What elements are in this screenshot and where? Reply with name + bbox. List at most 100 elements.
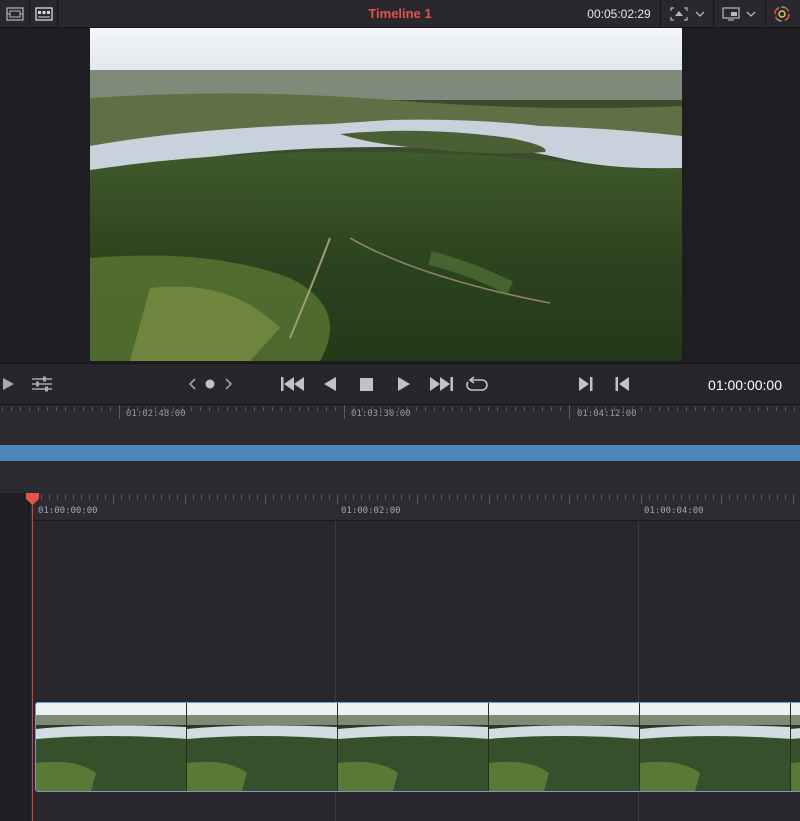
ruler-tick (681, 495, 682, 500)
marker-button[interactable] (203, 373, 217, 395)
display-mode-dropdown[interactable] (713, 0, 765, 28)
ruler-tick (740, 407, 741, 411)
ruler-tick (650, 407, 651, 411)
playhead-line[interactable] (32, 501, 33, 821)
ruler-tick (433, 495, 434, 500)
ruler-tick (769, 495, 770, 500)
top-timecode: 00:05:02:29 (587, 7, 651, 21)
video-preview[interactable] (90, 28, 682, 361)
ruler-tick (649, 495, 650, 500)
ruler-tick (569, 405, 570, 419)
stop-button[interactable] (356, 373, 376, 395)
color-scope-button[interactable] (765, 0, 800, 28)
ruler-tick (227, 407, 228, 411)
ruler-tick (257, 495, 258, 500)
ruler-tick (785, 495, 786, 500)
ruler-tick (668, 407, 669, 411)
transport-bar: 01:00:00:00 (0, 363, 800, 405)
sliders-icon (32, 376, 52, 392)
ruler-tick (321, 495, 322, 500)
ruler-tick (209, 407, 210, 411)
ruler-tick (92, 407, 93, 411)
ruler-tick (524, 407, 525, 411)
overview-clip-bar[interactable] (0, 445, 800, 461)
ruler-tick (497, 495, 498, 500)
ruler-tick (686, 407, 687, 411)
ruler-tick (73, 495, 74, 500)
ruler-tick (145, 495, 146, 500)
timeline-ruler[interactable]: 01:00:00:00 01:00:02:00 01:00:04:00 (30, 493, 800, 521)
clip-thumbnail (791, 703, 800, 791)
ruler-tick (281, 407, 282, 411)
overview-track-area (0, 461, 800, 493)
overview-ruler-label: 01:02:48:00 (126, 409, 186, 419)
ruler-tick (593, 495, 594, 500)
ruler-tick (625, 495, 626, 500)
chevron-down-icon (695, 11, 705, 17)
ruler-tick (101, 407, 102, 411)
ruler-tick (465, 495, 466, 500)
loop-button[interactable] (464, 373, 490, 395)
skip-to-start-button[interactable] (280, 373, 306, 395)
mark-in-button[interactable] (576, 373, 596, 395)
ruler-tick (443, 407, 444, 411)
ruler-tick (353, 495, 354, 500)
ruler-tick (533, 407, 534, 411)
play-reverse-button[interactable] (320, 373, 340, 395)
ruler-tick (515, 407, 516, 411)
play-button[interactable] (394, 373, 414, 395)
ruler-tick (385, 495, 386, 500)
ruler-tick (65, 495, 66, 500)
ruler-tick (161, 495, 162, 500)
ruler-tick (749, 407, 750, 411)
ruler-tick (785, 407, 786, 411)
ruler-tick (191, 407, 192, 411)
top-bar: Timeline 1 00:05:02:29 (0, 0, 800, 28)
prev-marker-button[interactable] (185, 373, 199, 395)
ruler-tick (254, 407, 255, 411)
play-left-button[interactable] (0, 373, 18, 395)
ruler-tick (200, 407, 201, 411)
marker-dot-icon (205, 379, 215, 389)
ruler-tick (74, 407, 75, 411)
ruler-tick (697, 495, 698, 500)
skip-to-end-button[interactable] (428, 373, 454, 395)
next-marker-button[interactable] (222, 373, 236, 395)
video-clip[interactable] (35, 702, 800, 792)
ruler-tick (473, 495, 474, 500)
ruler-tick (281, 495, 282, 500)
transform-dropdown[interactable] (660, 0, 713, 28)
ruler-tick (488, 407, 489, 411)
mark-out-button[interactable] (612, 373, 632, 395)
ruler-tick (794, 407, 795, 411)
overview-ruler[interactable]: 01:02:48:00 01:03:30:00 01:04:12:00 (0, 405, 800, 445)
playhead-marker[interactable] (26, 493, 39, 505)
ruler-tick (529, 495, 530, 500)
ruler-tick (633, 495, 634, 500)
ruler-tick (369, 495, 370, 500)
ruler-tick (20, 407, 21, 411)
ruler-tick (209, 495, 210, 500)
ruler-tick (585, 495, 586, 500)
ruler-tick (2, 407, 3, 411)
ruler-tick (245, 407, 246, 411)
ruler-tick (169, 495, 170, 500)
display-mode-icon (722, 7, 740, 21)
ruler-tick (401, 495, 402, 500)
ruler-tick (416, 407, 417, 411)
ruler-tick (452, 407, 453, 411)
ruler-tick (177, 495, 178, 500)
ruler-tick (81, 495, 82, 500)
ruler-tick (299, 407, 300, 411)
skip-to-start-icon (281, 377, 304, 391)
ruler-tick (38, 407, 39, 411)
ruler-tick (767, 407, 768, 411)
ruler-tick (441, 495, 442, 500)
ruler-tick (335, 407, 336, 411)
ruler-tick (434, 407, 435, 411)
ruler-tick (290, 407, 291, 411)
ruler-tick (57, 495, 58, 500)
chevron-down-icon (746, 11, 756, 17)
settings-sliders-button[interactable] (30, 373, 54, 395)
ruler-tick (569, 495, 570, 504)
